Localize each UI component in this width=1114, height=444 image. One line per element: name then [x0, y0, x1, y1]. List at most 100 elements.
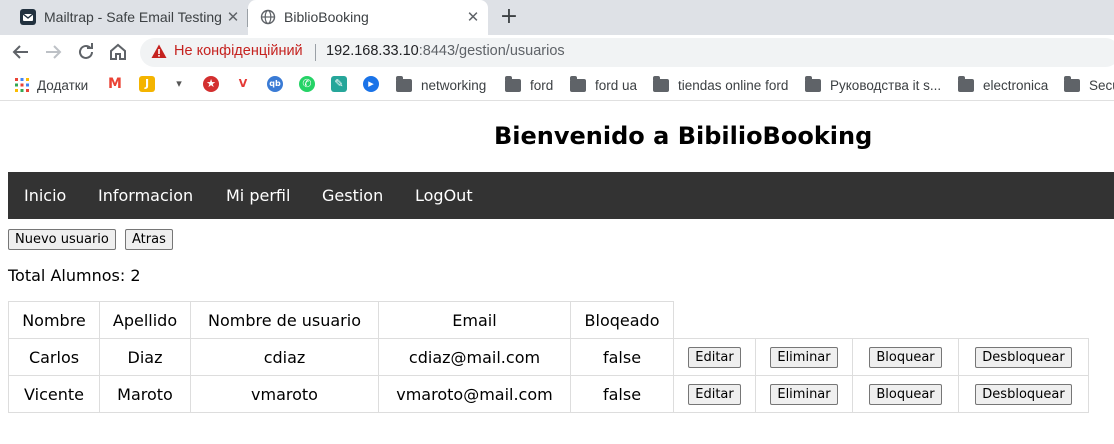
header-nombre: Nombre: [8, 301, 100, 339]
mailtrap-favicon-icon: [20, 9, 36, 25]
url-host: 192.168.33.10: [326, 43, 419, 59]
cell-apellido: Diaz: [99, 338, 191, 376]
warning-icon[interactable]: [151, 44, 167, 63]
security-status[interactable]: Не конфіденційний: [174, 43, 303, 59]
cell-bloqueado: false: [570, 338, 674, 376]
bookmark-apps[interactable]: Додатки: [14, 76, 88, 94]
tab-strip: Mailtrap - Safe Email Testing ✕ BiblioBo…: [0, 0, 1114, 35]
header-bloqueado: Bloqeado: [570, 301, 674, 339]
folder-icon: [396, 75, 412, 92]
nav-informacion[interactable]: Informacion: [98, 186, 193, 205]
bookmark-networking[interactable]: networking: [396, 75, 486, 94]
header-apellido: Apellido: [99, 301, 191, 339]
tab-title: BiblioBooking: [284, 9, 369, 25]
bookmark-label: electronica: [983, 77, 1049, 93]
cell-nombre: Carlos: [8, 338, 100, 376]
nav-mi-perfil[interactable]: Mi perfil: [226, 186, 290, 205]
header-spacer: [674, 302, 756, 339]
globe-icon: [260, 9, 276, 25]
bookmark-electronica[interactable]: electronica: [958, 75, 1049, 94]
folder-icon: [570, 75, 586, 92]
home-icon[interactable]: [106, 40, 130, 64]
bookmark-ford[interactable]: ford: [505, 75, 554, 94]
cell-block: Bloquear: [852, 338, 959, 376]
cell-usuario: vmaroto: [190, 375, 379, 413]
browser-toolbar: Не конфіденційний 192.168.33.10:8443/ges…: [0, 35, 1114, 69]
cell-apellido: Maroto: [99, 375, 191, 413]
forward-arrow-icon[interactable]: [41, 40, 65, 64]
bookmark-label: ford ua: [595, 77, 638, 93]
folder-icon: [653, 75, 669, 92]
users-table: Nombre Apellido Nombre de usuario Email …: [8, 301, 1089, 413]
cell-unblock: Desbloquear: [958, 338, 1089, 376]
j-bookmark-icon[interactable]: J: [139, 76, 155, 92]
block-button[interactable]: Bloquear: [869, 347, 942, 368]
qb-icon[interactable]: qb: [267, 76, 283, 92]
bookmark-label: ford: [530, 77, 554, 93]
cell-nombre: Vicente: [8, 375, 100, 413]
bookmark-label: Руководства it s...: [830, 77, 942, 93]
cell-unblock: Desbloquear: [958, 375, 1089, 413]
back-button[interactable]: Atras: [125, 229, 173, 250]
block-button[interactable]: Bloquear: [869, 384, 942, 405]
site-navbar: Inicio Informacion Mi perfil Gestion Log…: [8, 172, 1114, 219]
bookmark-ford-ua[interactable]: ford ua: [570, 75, 638, 94]
cell-email: vmaroto@mail.com: [378, 375, 571, 413]
header-email: Email: [378, 301, 571, 339]
nav-inicio[interactable]: Inicio: [24, 186, 66, 205]
bookmark-label: Secu: [1089, 77, 1114, 93]
bookmark-rukovodstva[interactable]: Руководства it s...: [805, 75, 942, 94]
table-row: Vicente Maroto vmaroto vmaroto@mail.com …: [8, 375, 1089, 413]
delete-button[interactable]: Eliminar: [770, 347, 838, 368]
page-title: Bienvenido a BibilioBooking: [494, 122, 873, 150]
back-arrow-icon[interactable]: [9, 40, 33, 64]
header-usuario: Nombre de usuario: [190, 301, 379, 339]
tab-title: Mailtrap - Safe Email Testing: [44, 9, 222, 25]
whatsapp-icon[interactable]: ✆: [299, 76, 315, 92]
table-row: Carlos Diaz cdiaz cdiaz@mail.com false E…: [8, 338, 1089, 376]
cell-edit: Editar: [673, 338, 756, 376]
total-students: Total Alumnos: 2: [8, 266, 141, 285]
folder-icon: [805, 75, 821, 92]
url-path: :8443/gestion/usuarios: [418, 43, 565, 59]
address-bar[interactable]: Не конфіденційний 192.168.33.10:8443/ges…: [140, 38, 1114, 67]
edit-icon[interactable]: ✎: [331, 76, 347, 92]
url-separator: [315, 44, 316, 61]
bookmark-label: Додатки: [37, 77, 89, 93]
header-spacer: [756, 302, 853, 339]
red-badge-icon[interactable]: ★: [203, 76, 219, 92]
close-tab-icon[interactable]: ✕: [464, 8, 482, 26]
unblock-button[interactable]: Desbloquear: [975, 347, 1072, 368]
folder-icon: [505, 75, 521, 92]
edit-button[interactable]: Editar: [688, 384, 741, 405]
header-spacer: [959, 302, 1089, 339]
cell-usuario: cdiaz: [190, 338, 379, 376]
cell-block: Bloquear: [852, 375, 959, 413]
bookmark-label: tiendas online ford: [678, 77, 789, 93]
folder-icon: [1064, 75, 1080, 92]
meet-icon[interactable]: ▸: [363, 76, 379, 92]
delete-button[interactable]: Eliminar: [770, 384, 838, 405]
edit-button[interactable]: Editar: [688, 347, 741, 368]
apps-grid-icon: [14, 77, 30, 93]
gmail-icon[interactable]: M: [107, 76, 123, 92]
va-icon[interactable]: V: [235, 76, 251, 92]
fox-icon[interactable]: ▾: [171, 76, 187, 92]
tab-bibliobooking[interactable]: BiblioBooking ✕: [248, 0, 488, 35]
new-tab-button[interactable]: +: [498, 6, 520, 28]
reload-icon[interactable]: [74, 40, 98, 64]
cell-bloqueado: false: [570, 375, 674, 413]
tab-mailtrap[interactable]: Mailtrap - Safe Email Testing ✕: [8, 0, 248, 35]
close-tab-icon[interactable]: ✕: [224, 8, 242, 26]
cell-delete: Eliminar: [755, 338, 853, 376]
unblock-button[interactable]: Desbloquear: [975, 384, 1072, 405]
bookmarks-bar: Додатки M J ▾ ★ V qb ✆ ✎ ▸ networking fo…: [0, 69, 1114, 101]
cell-delete: Eliminar: [755, 375, 853, 413]
nav-logout[interactable]: LogOut: [415, 186, 473, 205]
new-user-button[interactable]: Nuevo usuario: [8, 229, 116, 250]
cell-edit: Editar: [673, 375, 756, 413]
nav-gestion[interactable]: Gestion: [322, 186, 383, 205]
bookmark-secu[interactable]: Secu: [1064, 75, 1114, 94]
url-text[interactable]: 192.168.33.10:8443/gestion/usuarios: [326, 43, 565, 59]
bookmark-tiendas[interactable]: tiendas online ford: [653, 75, 789, 94]
